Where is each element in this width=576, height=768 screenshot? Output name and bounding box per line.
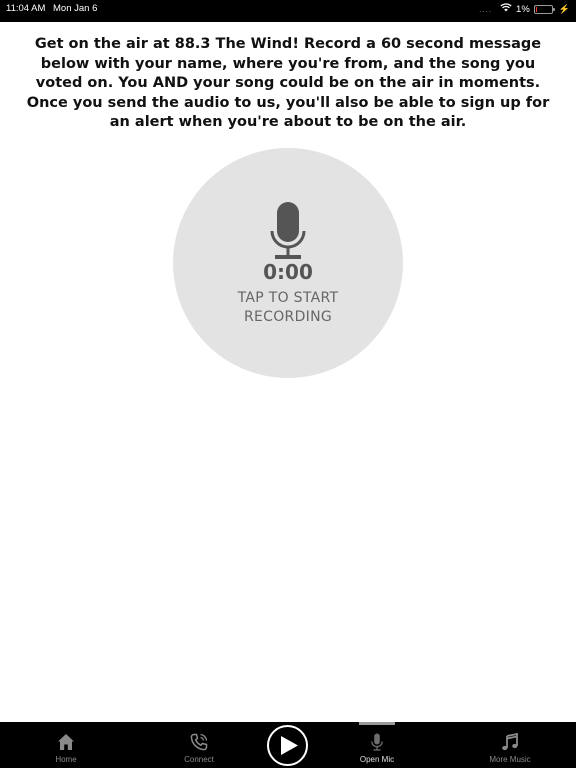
wifi-icon (500, 3, 512, 15)
status-bar: 11:04 AM Mon Jan 6 .... 1% ⚡ (0, 0, 576, 22)
home-icon (58, 734, 74, 750)
record-button[interactable]: 0:00 TAP TO START RECORDING (173, 148, 403, 378)
tab-label: More Music (489, 755, 531, 764)
record-instruction: TAP TO START RECORDING (237, 290, 339, 325)
signal-indicator: .... (479, 4, 493, 14)
status-time: 11:04 AM (6, 3, 46, 14)
battery-icon (533, 4, 555, 14)
status-right: .... 1% ⚡ (479, 3, 570, 15)
play-button[interactable] (267, 725, 308, 766)
tab-connect[interactable]: Connect (149, 722, 249, 768)
microphone-icon (270, 202, 306, 259)
music-note-icon (502, 733, 518, 751)
tab-home[interactable]: Home (16, 722, 116, 768)
tab-label: Open Mic (359, 755, 395, 764)
intro-text: Get on the air at 88.3 The Wind! Record … (26, 36, 550, 130)
phone-icon (190, 733, 208, 751)
tab-more-music[interactable]: More Music (460, 722, 560, 768)
tab-open-mic[interactable]: Open Mic (327, 722, 427, 768)
play-icon (281, 736, 298, 755)
tab-label: Home (55, 755, 77, 764)
battery-level (535, 6, 537, 12)
battery-percent: 1% (516, 3, 530, 15)
recording-timer: 0:00 (263, 260, 313, 284)
tab-bar: Home Connect Open Mic More Music (0, 722, 576, 768)
microphone-icon (371, 733, 383, 751)
status-date: Mon Jan 6 (53, 3, 98, 14)
charging-icon: ⚡ (558, 3, 570, 14)
tab-label: Connect (184, 755, 214, 764)
